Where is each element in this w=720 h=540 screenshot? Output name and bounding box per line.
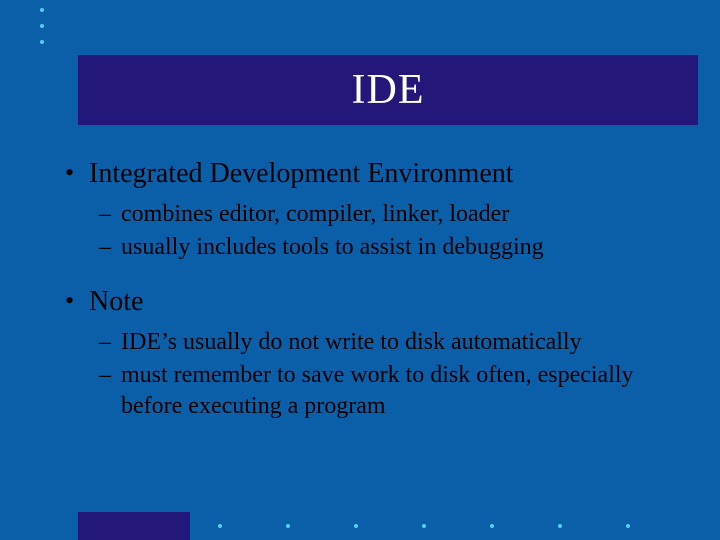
- dot-icon: [490, 524, 494, 528]
- dot-icon: [40, 8, 44, 12]
- bullet-level1: Integrated Development Environment: [65, 155, 685, 193]
- dot-icon: [354, 524, 358, 528]
- corner-dots-top-left: [40, 8, 44, 56]
- bullet-level2: usually includes tools to assist in debu…: [65, 232, 685, 263]
- bullet-level2: must remember to save work to disk often…: [65, 360, 685, 422]
- slide-body: Integrated Development Environment combi…: [65, 155, 685, 425]
- footer-dots: [218, 524, 630, 528]
- bullet-text: must remember to save work to disk often…: [121, 362, 634, 419]
- footer-decoration: [78, 512, 698, 540]
- title-bar: IDE: [78, 55, 698, 125]
- bullet-text: IDE’s usually do not write to disk autom…: [121, 329, 582, 355]
- dot-icon: [626, 524, 630, 528]
- dot-icon: [40, 40, 44, 44]
- spacer: [65, 265, 685, 283]
- bullet-level2: IDE’s usually do not write to disk autom…: [65, 327, 685, 358]
- dot-icon: [558, 524, 562, 528]
- dot-icon: [286, 524, 290, 528]
- bullet-text: Integrated Development Environment: [89, 158, 514, 189]
- bullet-text: Note: [89, 286, 143, 317]
- bullet-text: combines editor, compiler, linker, loade…: [121, 201, 509, 227]
- footer-accent-bar: [78, 512, 190, 540]
- bullet-level2: combines editor, compiler, linker, loade…: [65, 199, 685, 230]
- slide-title: IDE: [352, 66, 425, 114]
- dot-icon: [422, 524, 426, 528]
- bullet-text: usually includes tools to assist in debu…: [121, 234, 544, 260]
- bullet-level1: Note: [65, 283, 685, 321]
- dot-icon: [40, 24, 44, 28]
- dot-icon: [218, 524, 222, 528]
